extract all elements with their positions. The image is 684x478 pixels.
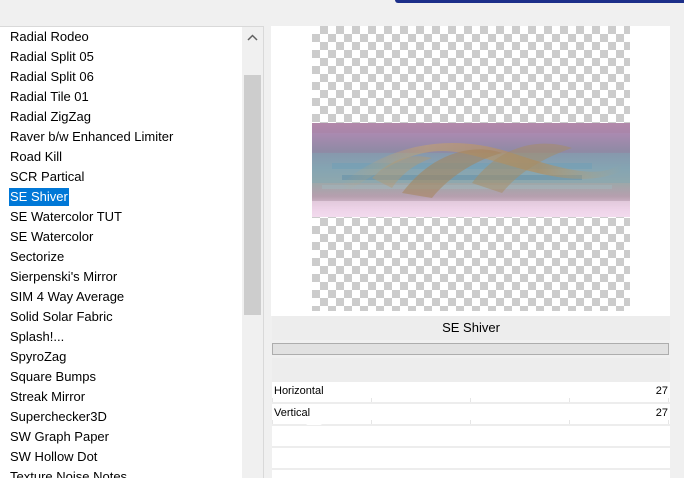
list-item-label: SE Watercolor (10, 229, 94, 244)
slider-marker (306, 419, 322, 425)
filter-list[interactable]: Radial Rodeo Radial Split 05 Radial Split … (0, 27, 242, 478)
param-tick-marks (272, 398, 670, 402)
param-row-empty (272, 470, 670, 478)
list-item-label: Sierpenski's Mirror (10, 269, 118, 284)
list-item[interactable]: SCR Partical (0, 167, 242, 187)
list-item[interactable]: SIM 4 Way Average (0, 287, 242, 307)
list-item[interactable]: Sierpenski's Mirror (0, 267, 242, 287)
list-item-label: Splash!... (10, 329, 65, 344)
list-item-label: Streak Mirror (10, 389, 86, 404)
list-item-label: Superchecker3D (10, 409, 107, 424)
list-scrollbar[interactable] (242, 27, 263, 478)
list-item[interactable]: Splash!... (0, 327, 242, 347)
list-item-label: Radial Rodeo (10, 29, 89, 44)
param-label: Horizontal (274, 385, 324, 397)
list-item-label: Texture Noise Notes (10, 469, 128, 478)
filter-name-label: SE Shiver (272, 316, 670, 340)
param-value[interactable]: 27 (656, 407, 668, 419)
parameters-panel: Horizontal 27 Vertical 27 (272, 358, 670, 478)
list-item[interactable]: Texture Noise Notes (0, 467, 242, 478)
list-item[interactable]: Sectorize (0, 247, 242, 267)
param-row-horizontal[interactable]: Horizontal 27 (272, 382, 670, 402)
list-item[interactable]: Radial Split 06 (0, 67, 242, 87)
list-item[interactable]: Solid Solar Fabric (0, 307, 242, 327)
list-item[interactable]: SpyroZag (0, 347, 242, 367)
list-item[interactable]: Superchecker3D (0, 407, 242, 427)
list-item-label: SW Hollow Dot (10, 449, 98, 464)
list-item-label: SpyroZag (10, 349, 67, 364)
title-bar-accent (395, 0, 684, 3)
progress-track (272, 343, 669, 355)
param-row-empty (272, 448, 670, 468)
list-item[interactable]: Radial Rodeo (0, 27, 242, 47)
list-item-label: SCR Partical (10, 169, 85, 184)
list-item-label: SW Graph Paper (10, 429, 109, 444)
list-item[interactable]: SE Watercolor TUT (0, 207, 242, 227)
list-item-label: SE Watercolor TUT (10, 209, 122, 224)
list-item[interactable]: Radial Tile 01 (0, 87, 242, 107)
list-item-label: Radial Tile 01 (10, 89, 89, 104)
list-item-label: Radial Split 06 (10, 69, 94, 84)
list-item[interactable]: SW Hollow Dot (0, 447, 242, 467)
scroll-up-button[interactable] (242, 27, 263, 48)
param-row-vertical[interactable]: Vertical 27 (272, 404, 670, 424)
list-item-label: Radial ZigZag (10, 109, 91, 124)
list-item[interactable]: SW Graph Paper (0, 427, 242, 447)
filter-list-panel: Radial Rodeo Radial Split 05 Radial Split … (0, 26, 264, 478)
preview-effect-graphic (312, 123, 630, 217)
list-item[interactable]: Road Kill (0, 147, 242, 167)
list-item-label: SE Shiver (9, 188, 69, 206)
preview-panel (271, 26, 670, 316)
list-item[interactable]: SE Shiver (0, 187, 242, 207)
list-item[interactable]: Square Bumps (0, 367, 242, 387)
chevron-up-icon (247, 34, 258, 41)
list-item[interactable]: Radial Split 05 (0, 47, 242, 67)
preview-image (312, 123, 630, 217)
list-item[interactable]: SE Watercolor (0, 227, 242, 247)
param-row-empty (272, 426, 670, 446)
list-item-label: Road Kill (10, 149, 63, 164)
param-tick-marks (272, 420, 670, 424)
list-item-label: Square Bumps (10, 369, 96, 384)
list-item-label: Radial Split 05 (10, 49, 94, 64)
list-item[interactable]: Streak Mirror (0, 387, 242, 407)
param-label: Vertical (274, 407, 311, 419)
list-item[interactable]: Radial ZigZag (0, 107, 242, 127)
list-item[interactable]: Raver b/w Enhanced Limiter (0, 127, 242, 147)
list-item-label: Solid Solar Fabric (10, 309, 113, 324)
param-value[interactable]: 27 (656, 385, 668, 397)
scroll-thumb[interactable] (244, 75, 261, 315)
list-item-label: Raver b/w Enhanced Limiter (10, 129, 174, 144)
list-item-label: SIM 4 Way Average (10, 289, 125, 304)
filter-dialog: Radial Rodeo Radial Split 05 Radial Split … (0, 0, 684, 478)
list-item-label: Sectorize (10, 249, 65, 264)
